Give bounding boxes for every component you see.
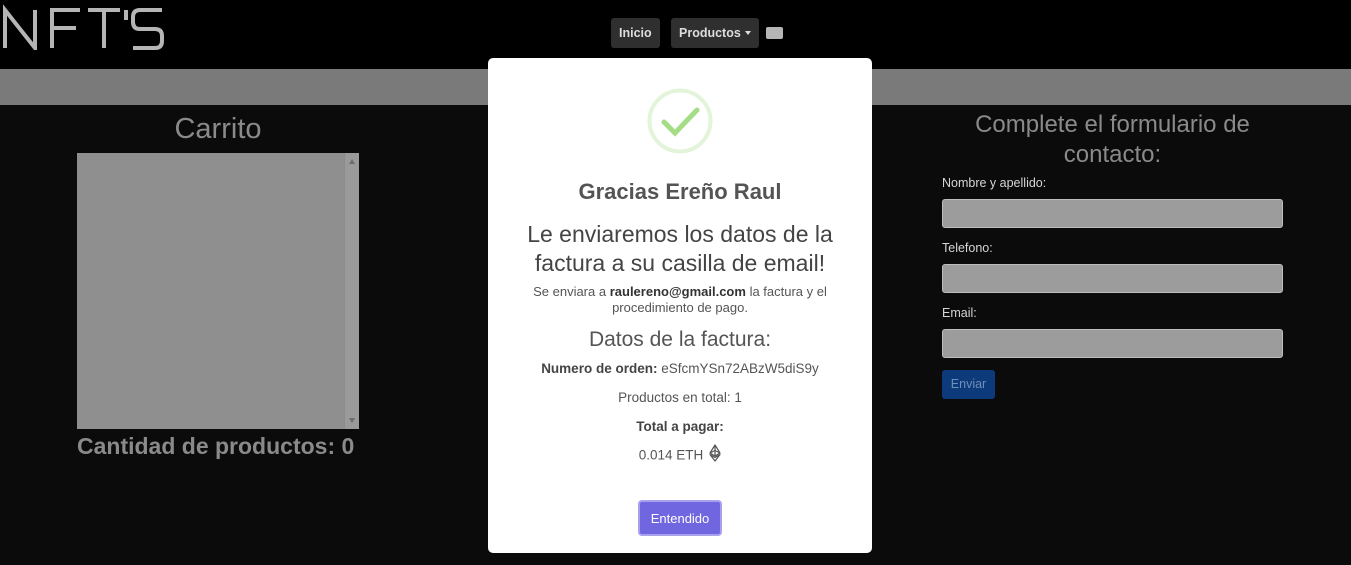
recipient-email: raulereno@gmail.com <box>609 284 746 299</box>
email-field[interactable] <box>942 329 1283 358</box>
total-amount: 0.014 ETH <box>638 447 704 463</box>
nav-inicio-label: Inicio <box>619 26 652 40</box>
phone-field[interactable] <box>942 264 1283 293</box>
total-amount-line: 0.014 ETH <box>488 444 872 465</box>
nav-inicio[interactable]: Inicio <box>611 18 660 48</box>
nav-productos-label: Productos <box>679 26 741 40</box>
nav-productos-dropdown[interactable]: Productos <box>671 18 759 48</box>
page: Inicio Productos Carrito Cantidad de pro… <box>0 0 1351 565</box>
scroll-down-arrow-icon[interactable] <box>349 418 355 423</box>
confirmation-modal: Gracias Ereño Raul Le enviaremos los dat… <box>488 58 872 553</box>
caret-down-icon <box>744 30 751 35</box>
order-label: Numero de orden: <box>541 361 658 376</box>
cart-icon[interactable] <box>766 27 783 39</box>
total-label: Total a pagar: <box>636 419 724 434</box>
note-prefix: Se enviara a <box>533 284 607 299</box>
phone-label: Telefono: <box>942 241 993 255</box>
modal-subtitle: Le enviaremos los datos de la factura a … <box>527 221 833 276</box>
scroll-up-arrow-icon[interactable] <box>349 159 355 164</box>
success-check-icon <box>647 88 713 154</box>
order-number: eSfcmYSn72ABzW5diS9y <box>661 361 819 376</box>
modal-title: Gracias Ereño Raul <box>578 179 782 204</box>
ethereum-icon <box>709 444 721 465</box>
order-number-line: Numero de orden: eSfcmYSn72ABzW5diS9y <box>488 361 872 376</box>
modal-note: Se enviara a raulereno@gmail.com la fact… <box>508 284 852 316</box>
cart-scrollbar[interactable] <box>344 153 359 429</box>
contact-form-title: Complete el formulario de contacto: <box>975 111 1250 168</box>
name-label: Nombre y apellido: <box>942 176 1047 190</box>
brand-logo[interactable] <box>2 4 167 54</box>
cart-product-count: Cantidad de productos: 0 <box>77 433 355 459</box>
products-total: Productos en total: 1 <box>618 390 742 405</box>
submit-button[interactable]: Enviar <box>942 370 995 399</box>
invoice-section-title: Datos de la factura: <box>588 328 772 351</box>
cart-list[interactable] <box>77 153 359 429</box>
email-label: Email: <box>942 306 977 320</box>
name-field[interactable] <box>942 199 1283 228</box>
understood-button[interactable]: Entendido <box>638 500 722 536</box>
cart-title: Carrito <box>174 113 262 145</box>
